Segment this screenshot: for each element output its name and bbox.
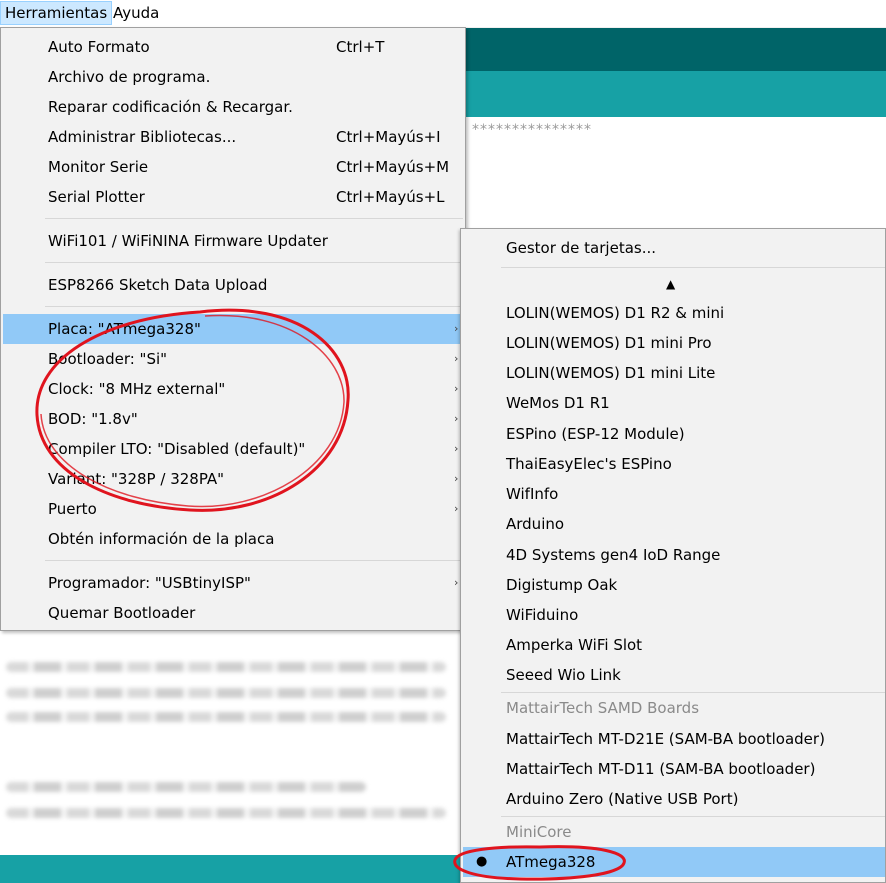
menu-item-manage-libraries[interactable]: Administrar Bibliotecas... Ctrl+Mayús+I (3, 122, 463, 152)
selected-bullet-icon: ● (476, 854, 488, 869)
menu-item-bootloader[interactable]: Bootloader: "Si" › (3, 344, 463, 374)
menubar: Herramientas Ayuda (0, 0, 886, 28)
submenu-item-board[interactable]: LOLIN(WEMOS) D1 R2 & mini (463, 298, 885, 328)
submenu-item-board[interactable]: Arduino Zero (Native USB Port) (463, 784, 885, 814)
submenu-item-board[interactable]: MattairTech MT-D21E (SAM-BA bootloader) (463, 724, 885, 754)
chevron-right-icon: › (454, 322, 459, 335)
menu-separator (45, 306, 463, 307)
menu-item-serial-monitor[interactable]: Monitor Serie Ctrl+Mayús+M (3, 152, 463, 182)
chevron-right-icon: › (454, 576, 459, 589)
submenu-item-board[interactable]: Digistump Oak (463, 570, 885, 600)
board-submenu: Gestor de tarjetas... ▲ LOLIN(WEMOS) D1 … (460, 228, 886, 883)
submenu-item-board[interactable]: Seeed Wio Link (463, 660, 885, 690)
chevron-right-icon: › (454, 502, 459, 515)
menu-item-variant[interactable]: Variant: "328P / 328PA" › (3, 464, 463, 494)
menu-item-port[interactable]: Puerto › (3, 494, 463, 524)
submenu-item-board[interactable]: WifInfo (463, 479, 885, 509)
menu-item-clock[interactable]: Clock: "8 MHz external" › (3, 374, 463, 404)
submenu-item-board[interactable]: LOLIN(WEMOS) D1 mini Lite (463, 358, 885, 388)
menu-separator (45, 262, 463, 263)
menu-item-compiler-lto[interactable]: Compiler LTO: "Disabled (default)" › (3, 434, 463, 464)
menu-herramientas[interactable]: Herramientas (0, 1, 113, 25)
menu-item-archive-sketch[interactable]: Archivo de programa. (3, 62, 463, 92)
submenu-item-board[interactable]: Arduino (463, 509, 885, 539)
toolbar-background (465, 27, 886, 71)
chevron-right-icon: › (454, 412, 459, 425)
chevron-right-icon: › (454, 382, 459, 395)
submenu-item-board[interactable]: Amperka WiFi Slot (463, 630, 885, 660)
menu-item-board-info[interactable]: Obtén información de la placa (3, 524, 463, 554)
submenu-group-minicore: MiniCore (506, 823, 572, 841)
menu-item-programmer[interactable]: Programador: "USBtinyISP" › (3, 568, 463, 598)
submenu-item-atmega328-selected[interactable]: ● ATmega328 (463, 847, 885, 877)
submenu-item-board[interactable]: ThaiEasyElec's ESPino (463, 449, 885, 479)
submenu-item-board[interactable]: WiFiduino (463, 600, 885, 630)
submenu-item-board[interactable]: MattairTech MT-D11 (SAM-BA bootloader) (463, 754, 885, 784)
submenu-item-board[interactable]: 4D Systems gen4 IoD Range (463, 540, 885, 570)
submenu-item-board[interactable]: ESPino (ESP-12 Module) (463, 419, 885, 449)
submenu-item-board[interactable]: LOLIN(WEMOS) D1 mini Pro (463, 328, 885, 358)
menu-separator (45, 218, 463, 219)
tab-bar-background (465, 71, 886, 117)
menu-item-serial-plotter[interactable]: Serial Plotter Ctrl+Mayús+L (3, 182, 463, 212)
menu-ayuda[interactable]: Ayuda (109, 2, 163, 24)
menu-item-bod[interactable]: BOD: "1.8v" › (3, 404, 463, 434)
menu-separator (45, 560, 463, 561)
blurred-editor-content (0, 632, 460, 854)
tools-menu: Auto Formato Ctrl+T Archivo de programa.… (0, 27, 466, 631)
editor-comment-text: *************** (472, 122, 592, 138)
submenu-item-board-manager[interactable]: Gestor de tarjetas... (463, 233, 885, 263)
chevron-right-icon: › (454, 442, 459, 455)
menu-item-burn-bootloader[interactable]: Quemar Bootloader (3, 598, 463, 628)
chevron-right-icon: › (454, 352, 459, 365)
menu-item-esp8266-data-upload[interactable]: ESP8266 Sketch Data Upload (3, 270, 463, 300)
scroll-up-arrow-icon[interactable]: ▲ (666, 277, 675, 291)
menu-item-board[interactable]: Placa: "ATmega328" › (3, 314, 463, 344)
submenu-group-mattairtech: MattairTech SAMD Boards (506, 699, 700, 717)
submenu-separator (501, 267, 885, 268)
chevron-right-icon: › (454, 472, 459, 485)
submenu-item-board[interactable]: WeMos D1 R1 (463, 388, 885, 418)
menu-item-fix-encoding[interactable]: Reparar codificación & Recargar. (3, 92, 463, 122)
menu-item-wifi-firmware-updater[interactable]: WiFi101 / WiFiNINA Firmware Updater (3, 226, 463, 256)
menu-item-auto-format[interactable]: Auto Formato Ctrl+T (3, 32, 463, 62)
